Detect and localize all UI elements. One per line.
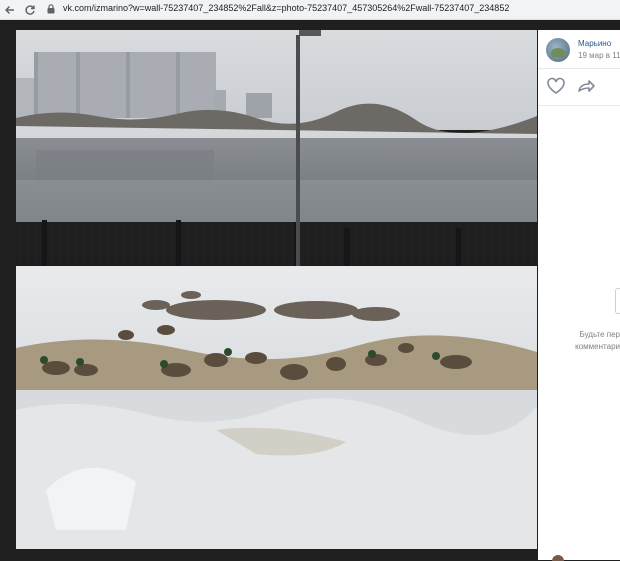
divider	[538, 105, 620, 106]
post-author-row: Марьино 19 мар в 11:	[538, 30, 620, 68]
url-field[interactable]: vk.com/izmarino?w=wall-75237407_234852%2…	[63, 3, 509, 13]
arrow-left-icon	[5, 6, 14, 14]
post-date[interactable]: 19 мар в 11:	[578, 51, 620, 60]
hint-line-1: Будьте пер	[579, 330, 620, 339]
hint-line-2: комментари	[575, 342, 620, 351]
lock-icon	[47, 4, 55, 14]
reload-button[interactable]	[22, 2, 38, 18]
heart-icon[interactable]	[546, 77, 566, 95]
share-arrow-icon[interactable]	[576, 77, 596, 95]
reload-icon	[25, 5, 35, 15]
comment-scroll-handle[interactable]	[615, 288, 620, 314]
browser-address-bar: vk.com/izmarino?w=wall-75237407_234852%2…	[0, 0, 620, 20]
commenter-avatar	[552, 555, 564, 561]
author-name-link[interactable]: Марьино	[578, 39, 611, 48]
author-avatar[interactable]	[546, 38, 570, 62]
post-photo[interactable]	[16, 30, 537, 549]
comments-empty-hint: Будьте пер комментари	[560, 329, 620, 353]
back-button[interactable]	[2, 2, 18, 18]
divider	[538, 68, 620, 69]
post-side-panel: Марьино 19 мар в 11: Будьте пер коммента…	[538, 30, 620, 561]
